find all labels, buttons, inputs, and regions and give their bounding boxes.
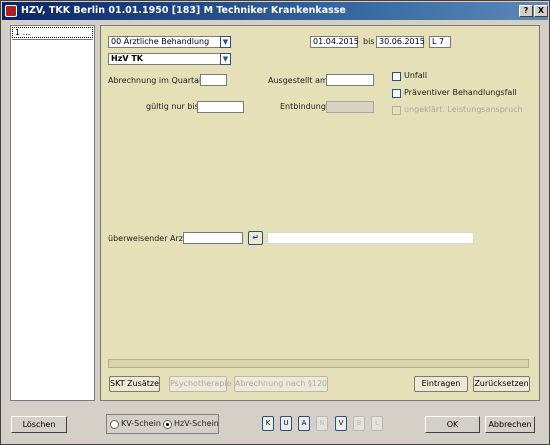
ausgestellt-field[interactable] bbox=[326, 74, 374, 86]
abrechnung-label: Abrechnung im Quartal bbox=[108, 76, 202, 85]
unfall-checkbox[interactable] bbox=[392, 72, 401, 81]
date-to-field[interactable]: 30.06.2015 bbox=[376, 36, 425, 48]
entbindung-field[interactable] bbox=[326, 101, 374, 113]
key-l-button[interactable]: L bbox=[371, 416, 383, 431]
key-n-button[interactable]: N bbox=[316, 416, 328, 431]
gueltig-field[interactable] bbox=[197, 101, 244, 113]
enter-icon[interactable]: ↵ bbox=[248, 231, 263, 245]
unfall-label: Unfall bbox=[404, 71, 428, 80]
treatment-type-select[interactable]: 00 Ärztliche Behandlung ▼ bbox=[108, 36, 231, 48]
program-select[interactable]: HzV TK ▼ bbox=[108, 53, 231, 65]
bis-label: bis bbox=[363, 37, 375, 46]
list-item[interactable]: 1 ... bbox=[12, 27, 93, 38]
praeventiv-checkbox[interactable] bbox=[392, 89, 401, 98]
hzv-schein-radio[interactable] bbox=[163, 420, 172, 429]
window-title: HZV, TKK Berlin 01.01.1950 [183] M Techn… bbox=[21, 5, 346, 16]
psychotherapie-button[interactable]: Psychotherapie bbox=[169, 376, 232, 392]
leistungsanspruch-checkbox[interactable] bbox=[392, 106, 401, 115]
abrechnung-120-button[interactable]: Abrechnung nach §120 bbox=[234, 376, 328, 392]
kv-schein-label: KV-Schein bbox=[121, 419, 161, 428]
eintragen-button[interactable]: Eintragen bbox=[414, 376, 468, 392]
l-value: 7 bbox=[439, 37, 445, 46]
date-from-field[interactable]: 01.04.2015 bbox=[310, 36, 359, 48]
praeventiv-label: Präventiver Behandlungsfall bbox=[404, 88, 517, 97]
l-field[interactable]: L 7 bbox=[429, 36, 451, 48]
abrechnung-field[interactable] bbox=[200, 74, 227, 86]
l-label: L bbox=[432, 37, 437, 46]
app-icon bbox=[5, 5, 17, 17]
key-u-button[interactable]: U bbox=[280, 416, 292, 431]
chevron-down-icon[interactable]: ▼ bbox=[220, 36, 231, 48]
key-k-button[interactable]: K bbox=[262, 416, 274, 431]
form-panel: 00 Ärztliche Behandlung ▼ 01.04.2015 bis… bbox=[100, 25, 540, 401]
schein-list[interactable]: 1 ... bbox=[10, 25, 95, 401]
program-value: HzV TK bbox=[111, 54, 143, 63]
zuruecksetzen-button[interactable]: Zurücksetzen bbox=[473, 376, 530, 392]
abbrechen-button[interactable]: Abbrechen bbox=[485, 416, 535, 433]
arzt-name-field[interactable] bbox=[267, 232, 474, 244]
list-divider bbox=[12, 39, 93, 40]
chevron-down-icon[interactable]: ▼ bbox=[220, 53, 231, 65]
skt-zusaetze-button[interactable]: SKT Zusätze bbox=[109, 376, 160, 392]
hzv-schein-label: HzV-Schein bbox=[174, 419, 219, 428]
ueberweisender-label: überweisender Arzt bbox=[108, 234, 187, 243]
key-v-button[interactable]: V bbox=[335, 416, 347, 431]
treatment-type-value: 00 Ärztliche Behandlung bbox=[111, 37, 210, 46]
gueltig-label: gültig nur bis bbox=[146, 102, 199, 111]
ausgestellt-label: Ausgestellt am bbox=[268, 76, 328, 85]
leistungsanspruch-label: ungeklärt. Leistungsanspruch bbox=[404, 105, 523, 114]
ok-button[interactable]: OK bbox=[425, 416, 480, 433]
entbindung-label: Entbindung bbox=[280, 102, 326, 111]
close-button[interactable]: X bbox=[534, 5, 548, 17]
loeschen-button[interactable]: Löschen bbox=[11, 416, 67, 433]
schein-type-group: KV-Schein HzV-Schein bbox=[106, 414, 219, 434]
title-bar: HZV, TKK Berlin 01.01.1950 [183] M Techn… bbox=[2, 2, 548, 20]
kv-schein-radio[interactable] bbox=[110, 420, 119, 429]
dialog-window: HZV, TKK Berlin 01.01.1950 [183] M Techn… bbox=[0, 0, 550, 445]
key-a-button[interactable]: A bbox=[298, 416, 310, 431]
ueberweisender-field[interactable] bbox=[183, 232, 243, 244]
status-bar bbox=[108, 359, 529, 368]
help-button[interactable]: ? bbox=[519, 5, 533, 17]
key-b-button[interactable]: B bbox=[353, 416, 365, 431]
